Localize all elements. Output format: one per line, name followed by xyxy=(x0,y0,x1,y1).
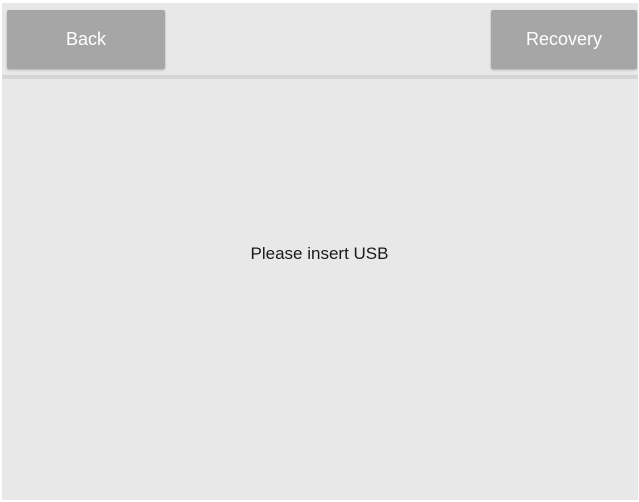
content-area xyxy=(2,79,638,500)
recovery-button[interactable]: Recovery xyxy=(491,10,637,69)
usb-recovery-screen: Back Recovery Please insert USB xyxy=(0,0,639,502)
back-button[interactable]: Back xyxy=(7,10,165,69)
insert-usb-message: Please insert USB xyxy=(250,244,389,263)
